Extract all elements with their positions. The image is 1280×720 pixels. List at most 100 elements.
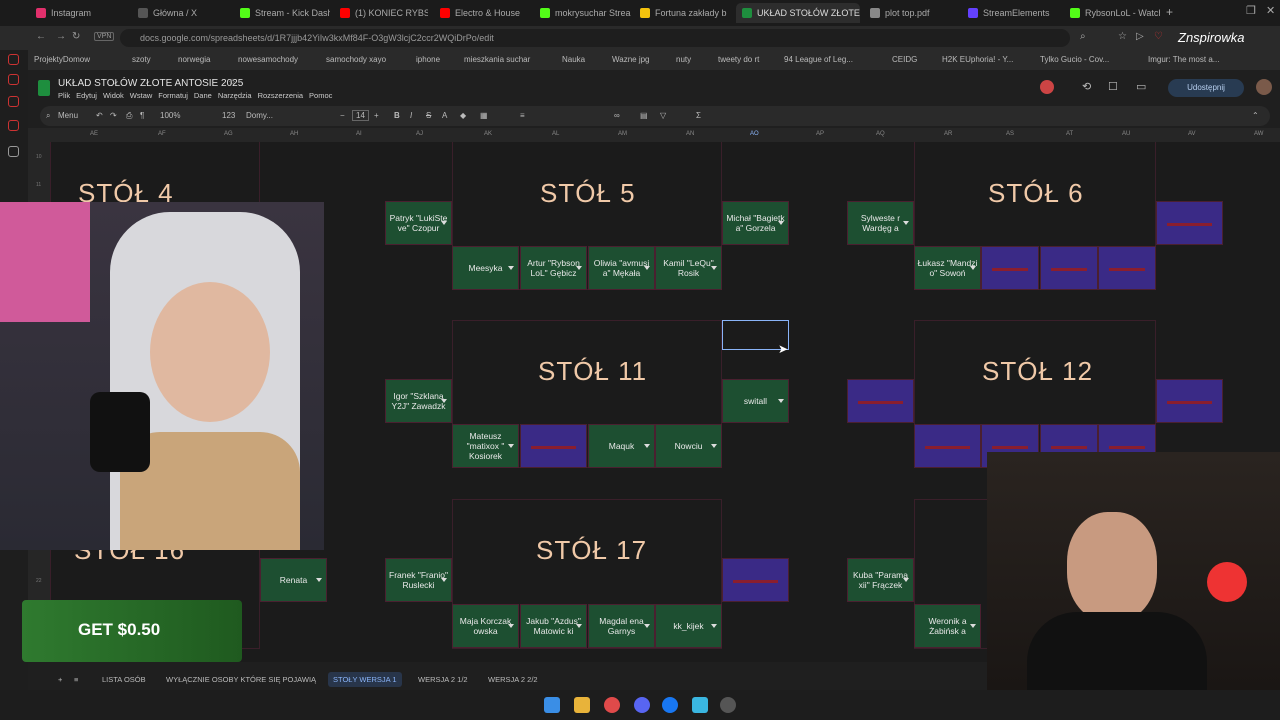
bookmark-item[interactable]: nuty — [676, 55, 691, 64]
sheet-tab[interactable]: WYŁĄCZNIE OSOBY KTÓRE SIĘ POJAWIĄ — [166, 675, 316, 684]
bold-icon[interactable]: B — [394, 111, 400, 120]
row-header[interactable]: 22 — [36, 578, 42, 584]
close-icon[interactable]: ✕ — [1266, 4, 1275, 17]
bookmark-item[interactable]: tweety do rt — [718, 55, 759, 64]
new-tab-icon[interactable]: + — [1166, 5, 1173, 19]
back-icon[interactable]: ← — [36, 31, 46, 42]
browser-tab[interactable]: Electro & House — [440, 3, 530, 23]
play-icon[interactable]: ▷ — [1136, 31, 1144, 42]
chevron-down-icon[interactable] — [778, 221, 784, 225]
column-header[interactable]: AR — [944, 131, 952, 137]
heart-icon[interactable]: ♡ — [1154, 31, 1163, 42]
column-header[interactable]: AH — [290, 131, 298, 137]
seat-cell[interactable]: Meesyka — [452, 246, 519, 290]
seat-cell[interactable]: Weronik a Żabińsk a — [914, 604, 981, 648]
bookmark-item[interactable]: 94 League of Leg... — [784, 55, 853, 64]
paint-format-icon[interactable]: ¶ — [140, 111, 144, 120]
sidebar-icon[interactable] — [8, 120, 19, 131]
browser-tab[interactable]: RybsonLoL - Watch — [1070, 3, 1160, 23]
browser-tab[interactable]: (1) KONIEC RYBSO — [340, 3, 428, 23]
add-sheet-icon[interactable]: + — [58, 675, 62, 684]
chevron-down-icon[interactable] — [903, 221, 909, 225]
menu-item[interactable]: Pomoc — [309, 91, 332, 100]
column-header[interactable]: AE — [90, 131, 98, 137]
sheet-tab-active[interactable]: STOŁY WERSJA 1 — [328, 672, 402, 687]
menu-item[interactable]: Rozszerzenia — [258, 91, 303, 100]
bookmark-item[interactable]: Wazne jpg — [612, 55, 650, 64]
chevron-down-icon[interactable] — [903, 578, 909, 582]
facebook-icon[interactable] — [662, 697, 678, 713]
filter-icon[interactable]: ▽ — [660, 111, 666, 120]
column-header[interactable]: AU — [1122, 131, 1130, 137]
bookmark-item[interactable]: Tylko Gucio - Cov... — [1040, 55, 1109, 64]
menu-item[interactable]: Edytuj — [76, 91, 97, 100]
vpn-badge[interactable]: VPN — [94, 32, 115, 41]
font-select[interactable]: Domy... — [246, 111, 273, 120]
url-field[interactable]: docs.google.com/spreadsheets/d/1R7jjjb42… — [120, 29, 1070, 47]
column-header[interactable]: AJ — [416, 131, 423, 137]
bookmark-item[interactable]: Imgur: The most a... — [1148, 55, 1219, 64]
seat-cell[interactable]: Oliwia "avmusi a" Mękała — [588, 246, 655, 290]
align-icon[interactable]: ≡ — [520, 111, 525, 120]
fill-color-icon[interactable]: ◆ — [460, 111, 466, 120]
seat-cell[interactable]: Maja Korczak owska — [452, 604, 519, 648]
column-header[interactable]: AL — [552, 131, 559, 137]
decrease-size-icon[interactable]: − — [340, 111, 345, 120]
empty-seat-cell[interactable] — [1156, 379, 1223, 423]
chevron-down-icon[interactable] — [644, 624, 650, 628]
sidebar-icon[interactable] — [8, 74, 19, 85]
empty-seat-cell[interactable] — [981, 246, 1039, 290]
chevron-down-icon[interactable] — [441, 399, 447, 403]
seat-cell[interactable]: Franek "Franio" Ruslecki — [385, 558, 452, 602]
column-header[interactable]: AW — [1254, 131, 1263, 137]
forward-icon[interactable]: → — [56, 31, 66, 42]
link-icon[interactable]: ∞ — [614, 111, 620, 120]
sheet-tab[interactable]: WERSJA 2 2/2 — [488, 675, 538, 684]
seat-cell[interactable]: Nowciu — [655, 424, 722, 468]
menu-item[interactable]: Wstaw — [130, 91, 153, 100]
browser-tab[interactable]: plot top.pdf — [870, 3, 960, 23]
number-format[interactable]: 123 — [222, 111, 235, 120]
seat-cell[interactable]: Kamil "LeQu" Rosik — [655, 246, 722, 290]
chevron-down-icon[interactable] — [644, 266, 650, 270]
empty-seat-cell[interactable] — [1040, 246, 1098, 290]
comment-icon[interactable]: ☐ — [1108, 80, 1118, 93]
chevron-down-icon[interactable] — [441, 221, 447, 225]
sidebar-icon[interactable] — [8, 54, 19, 65]
sheets-logo-icon[interactable] — [38, 80, 50, 96]
maximize-icon[interactable]: ❐ — [1246, 4, 1256, 17]
browser-tab[interactable]: StreamElements — [968, 3, 1062, 23]
column-header-selected[interactable]: AO — [750, 131, 759, 137]
sheet-tab[interactable]: LISTA OSÓB — [102, 675, 146, 684]
browser-tab-active[interactable]: UKŁAD STOŁÓW ZŁOTE A — [736, 3, 860, 23]
bookmark-item[interactable]: H2K EUphoria! - Y... — [942, 55, 1013, 64]
strikethrough-icon[interactable]: S — [426, 111, 431, 120]
empty-seat-cell[interactable] — [914, 424, 981, 468]
promo-banner[interactable]: GET $0.50 — [22, 600, 242, 662]
seat-cell[interactable]: Łukasz "Mandzi o" Sowoń — [914, 246, 981, 290]
share-button[interactable]: Udostępnij — [1168, 79, 1244, 97]
font-size-input[interactable]: 14 — [352, 110, 369, 121]
menu-search[interactable]: Menu — [58, 111, 78, 120]
menu-item[interactable]: Dane — [194, 91, 212, 100]
seat-cell[interactable]: Igor "Szklana Y2J" Zawadzk — [385, 379, 452, 423]
avatar[interactable] — [1040, 80, 1054, 94]
seat-cell[interactable]: Magdal ena Garnys — [588, 604, 655, 648]
chevron-down-icon[interactable] — [711, 624, 717, 628]
bookmark-item[interactable]: Nauka — [562, 55, 585, 64]
chevron-down-icon[interactable] — [576, 624, 582, 628]
column-header[interactable]: AP — [816, 131, 824, 137]
chevron-down-icon[interactable] — [508, 444, 514, 448]
meet-icon[interactable]: ▭ — [1136, 80, 1146, 93]
menu-item[interactable]: Plik — [58, 91, 70, 100]
browser-tab[interactable]: Instagram — [36, 3, 126, 23]
bookmark-item[interactable]: ProjektyDomow — [34, 55, 90, 64]
seat-cell[interactable]: switall — [722, 379, 789, 423]
chevron-down-icon[interactable] — [644, 444, 650, 448]
chevron-down-icon[interactable] — [778, 399, 784, 403]
chevron-down-icon[interactable] — [316, 578, 322, 582]
empty-seat-cell[interactable] — [520, 424, 587, 468]
menu-item[interactable]: Formatuj — [158, 91, 188, 100]
column-header[interactable]: AQ — [876, 131, 885, 137]
chart-icon[interactable]: ▤ — [640, 111, 648, 120]
